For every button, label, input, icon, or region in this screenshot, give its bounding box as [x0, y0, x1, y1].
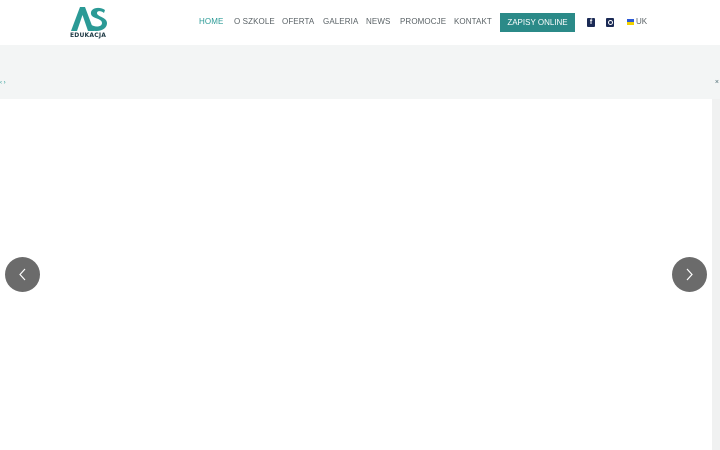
slider-next-button[interactable]: [672, 257, 707, 292]
hero-slider: [0, 99, 720, 450]
instagram-icon[interactable]: [606, 18, 614, 27]
nav-item-oferta[interactable]: OFERTA: [282, 17, 314, 26]
slider-prev-button[interactable]: [5, 257, 40, 292]
main-nav: HOME O SZKOLE OFERTA GALERIA NEWS PROMOC…: [0, 0, 720, 45]
nav-item-home[interactable]: HOME: [199, 17, 223, 26]
site-header: EDUKACJA HOME O SZKOLE OFERTA GALERIA NE…: [0, 0, 720, 45]
language-switch[interactable]: UK: [627, 17, 647, 27]
page-scrollbar[interactable]: [712, 99, 720, 450]
chevron-left-icon: [19, 268, 26, 281]
nav-item-promocje[interactable]: PROMOCJE: [400, 17, 446, 26]
banner-close-icon[interactable]: ×: [715, 79, 719, 86]
ukraine-flag-icon: [627, 19, 634, 25]
instagram-lens-icon: [607, 20, 613, 25]
nav-item-news[interactable]: NEWS: [366, 17, 390, 26]
nav-item-galeria[interactable]: GALERIA: [323, 17, 358, 26]
language-label: UK: [636, 17, 648, 26]
nav-item-o-szkole[interactable]: O SZKOLE: [234, 17, 275, 26]
nav-item-kontakt[interactable]: KONTAKT: [454, 17, 492, 26]
banner-marker-left[interactable]: ‹ ›: [0, 80, 6, 86]
facebook-icon[interactable]: f: [587, 18, 595, 27]
chevron-right-icon: [686, 268, 693, 281]
top-banner: ‹ › ×: [0, 45, 720, 99]
enroll-online-button[interactable]: ZAPISY ONLINE: [500, 13, 575, 32]
